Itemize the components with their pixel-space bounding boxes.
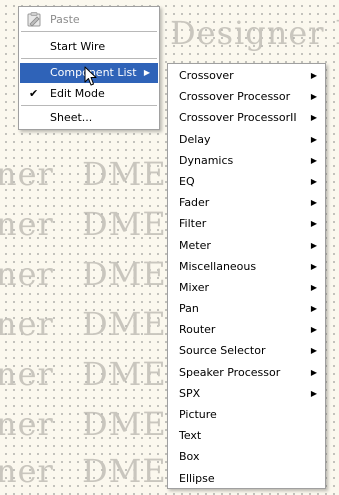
submenu-item-label: SPX xyxy=(179,386,201,400)
submenu-arrow-icon: ▶ xyxy=(310,134,317,144)
submenu-item-eq[interactable]: EQ ▶ xyxy=(168,171,325,192)
watermark-text: ner xyxy=(0,405,54,443)
submenu-arrow-icon: ▶ xyxy=(310,92,317,102)
submenu-item-filter[interactable]: Filter ▶ xyxy=(168,213,325,234)
submenu-item-label: Crossover ProcessorII xyxy=(179,111,297,125)
submenu-arrow-icon: ▶ xyxy=(310,388,317,398)
submenu-item-label: Filter xyxy=(179,217,207,231)
submenu-item-label: Mixer xyxy=(179,280,210,294)
submenu-arrow-icon: ▶ xyxy=(310,367,317,377)
watermark-text: ner xyxy=(0,305,54,343)
submenu-item-pan[interactable]: Pan ▶ xyxy=(168,298,325,319)
component-list-submenu: Crossover ▶ Crossover Processor ▶ Crosso… xyxy=(167,63,326,489)
watermark-text: DME xyxy=(82,155,167,193)
submenu-arrow-icon: ▶ xyxy=(310,198,317,208)
watermark-text: DME xyxy=(82,205,167,243)
submenu-item-crossover-processor[interactable]: Crossover Processor ▶ xyxy=(168,86,325,107)
submenu-item-label: Box xyxy=(179,450,200,464)
submenu-item-label: Delay xyxy=(179,132,211,146)
submenu-item-label: Picture xyxy=(179,408,217,421)
submenu-item-label: Speaker Processor xyxy=(179,365,281,379)
submenu-item-speaker-processor[interactable]: Speaker Processor ▶ xyxy=(168,362,325,383)
submenu-item-miscellaneous[interactable]: Miscellaneous ▶ xyxy=(168,256,325,277)
submenu-item-label: Crossover xyxy=(179,69,234,82)
submenu-item-spx[interactable]: SPX ▶ xyxy=(168,383,325,404)
submenu-arrow-icon: ▶ xyxy=(310,282,317,292)
menu-item-label: Start Wire xyxy=(50,40,106,53)
submenu-item-label: Meter xyxy=(179,238,211,252)
submenu-item-delay[interactable]: Delay ▶ xyxy=(168,129,325,150)
watermark-text: DME xyxy=(82,355,167,393)
submenu-item-crossover[interactable]: Crossover ▶ xyxy=(168,65,325,86)
submenu-item-fader[interactable]: Fader ▶ xyxy=(168,192,325,213)
watermark-text: DME xyxy=(82,405,167,443)
watermark-text: ner xyxy=(0,355,54,393)
submenu-item-crossover-processor-ii[interactable]: Crossover ProcessorII ▶ xyxy=(168,107,325,128)
menu-separator xyxy=(21,58,157,60)
paste-icon xyxy=(25,11,43,28)
watermark-text: DME xyxy=(82,452,167,490)
submenu-item-text[interactable]: Text xyxy=(168,425,325,446)
submenu-item-label: Miscellaneous xyxy=(179,259,257,273)
submenu-item-meter[interactable]: Meter ▶ xyxy=(168,235,325,256)
submenu-arrow-icon: ▶ xyxy=(310,176,317,186)
submenu-arrow-icon: ▶ xyxy=(310,219,317,229)
submenu-arrow-icon: ▶ xyxy=(143,68,150,77)
submenu-item-ellipse[interactable]: Ellipse xyxy=(168,468,325,489)
watermark-text: DME xyxy=(82,305,167,343)
menu-item-paste[interactable]: Paste xyxy=(20,10,158,30)
watermark-text: DME xyxy=(82,255,167,293)
watermark-text: ner xyxy=(0,452,54,490)
submenu-arrow-icon: ▶ xyxy=(310,71,317,80)
submenu-item-label: Text xyxy=(179,429,202,443)
submenu-item-label: Ellipse xyxy=(179,471,215,485)
submenu-item-label: EQ xyxy=(179,174,195,188)
submenu-item-label: Source Selector xyxy=(179,344,266,358)
menu-item-sheet[interactable]: Sheet... xyxy=(20,108,158,128)
menu-item-label: Paste xyxy=(50,13,80,26)
submenu-arrow-icon: ▶ xyxy=(310,261,317,271)
watermark-text: ner xyxy=(0,155,54,193)
submenu-arrow-icon: ▶ xyxy=(310,155,317,165)
mouse-cursor-icon xyxy=(84,66,98,88)
submenu-item-box[interactable]: Box xyxy=(168,446,325,467)
submenu-item-label: Dynamics xyxy=(179,153,234,167)
watermark-text: ner xyxy=(0,255,54,293)
submenu-arrow-icon: ▶ xyxy=(310,325,317,335)
submenu-arrow-icon: ▶ xyxy=(310,240,317,250)
submenu-item-label: Fader xyxy=(179,196,210,210)
submenu-arrow-icon: ▶ xyxy=(310,346,317,356)
submenu-arrow-icon: ▶ xyxy=(310,113,317,123)
submenu-item-picture[interactable]: Picture xyxy=(168,404,325,425)
submenu-item-source-selector[interactable]: Source Selector ▶ xyxy=(168,340,325,361)
menu-item-start-wire[interactable]: Start Wire xyxy=(20,37,158,57)
submenu-item-dynamics[interactable]: Dynamics ▶ xyxy=(168,150,325,171)
submenu-item-mixer[interactable]: Mixer ▶ xyxy=(168,277,325,298)
submenu-item-router[interactable]: Router ▶ xyxy=(168,319,325,340)
submenu-list: Crossover ▶ Crossover Processor ▶ Crosso… xyxy=(168,65,325,489)
menu-item-label: Sheet... xyxy=(50,111,93,124)
submenu-item-label: Crossover Processor xyxy=(179,90,291,104)
watermark-text: Designer l xyxy=(170,14,339,52)
checkmark-icon: ✔ xyxy=(29,87,39,100)
submenu-item-label: Router xyxy=(179,323,216,337)
submenu-arrow-icon: ▶ xyxy=(310,304,317,314)
submenu-item-label: Pan xyxy=(179,302,199,316)
menu-separator xyxy=(21,31,157,33)
menu-separator xyxy=(21,105,157,107)
watermark-text: ner xyxy=(0,205,54,243)
